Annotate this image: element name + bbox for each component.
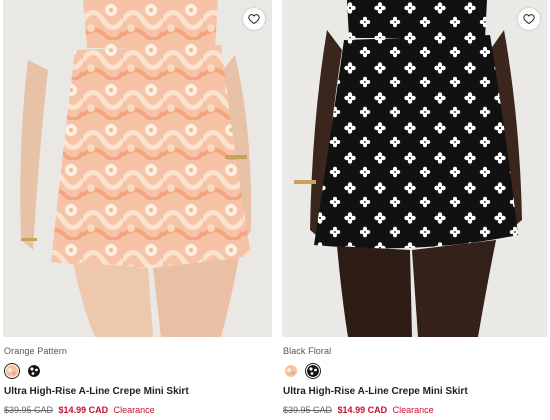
product-title[interactable]: Ultra High-Rise A-Line Crepe Mini Skirt — [4, 386, 189, 397]
wishlist-button[interactable] — [243, 8, 265, 30]
wishlist-button[interactable] — [518, 8, 540, 30]
selected-color-name: Black Floral — [283, 346, 332, 356]
clearance-badge: Clearance — [113, 405, 155, 415]
product-grid: Orange Pattern Ultra High-Rise A-Line Cr… — [0, 0, 550, 420]
product-card[interactable]: Orange Pattern Ultra High-Rise A-Line Cr… — [3, 0, 272, 415]
product-title[interactable]: Ultra High-Rise A-Line Crepe Mini Skirt — [283, 386, 468, 397]
color-swatches — [4, 363, 42, 379]
swatch-black-floral[interactable] — [26, 363, 42, 379]
sale-price: $14.99 CAD — [58, 405, 109, 415]
product-card[interactable]: Black Floral Ultra High-Rise A-Line Crep… — [282, 0, 547, 415]
original-price: $39.95 CAD — [4, 405, 54, 415]
price-row: $39.95 CAD $14.99 CAD Clearance — [4, 405, 155, 415]
swatch-orange-pattern[interactable] — [283, 363, 299, 379]
swatch-orange-pattern[interactable] — [4, 363, 20, 379]
heart-outline-icon — [248, 14, 260, 25]
product-image[interactable] — [3, 0, 272, 337]
price-row: $39.95 CAD $14.99 CAD Clearance — [283, 405, 434, 415]
product-image[interactable] — [282, 0, 547, 337]
clearance-badge: Clearance — [392, 405, 434, 415]
color-swatches — [283, 363, 321, 379]
selected-color-name: Orange Pattern — [4, 346, 67, 356]
heart-outline-icon — [523, 14, 535, 25]
swatch-black-floral[interactable] — [305, 363, 321, 379]
original-price: $39.95 CAD — [283, 405, 333, 415]
sale-price: $14.99 CAD — [337, 405, 388, 415]
